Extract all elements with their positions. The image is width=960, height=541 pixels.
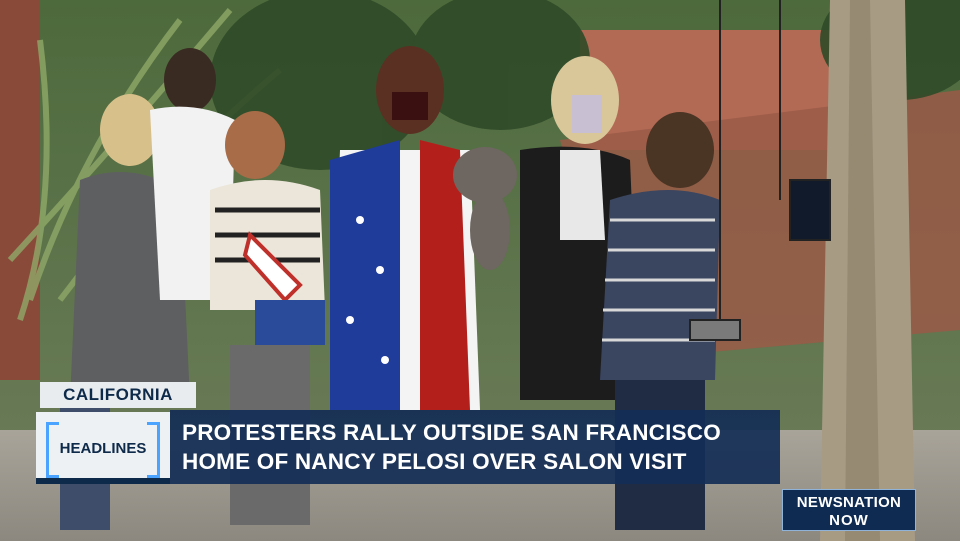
sidewalk [0, 430, 960, 541]
tree-trunk [820, 0, 915, 541]
news-video-frame [0, 0, 960, 541]
brick-wall [0, 0, 40, 380]
